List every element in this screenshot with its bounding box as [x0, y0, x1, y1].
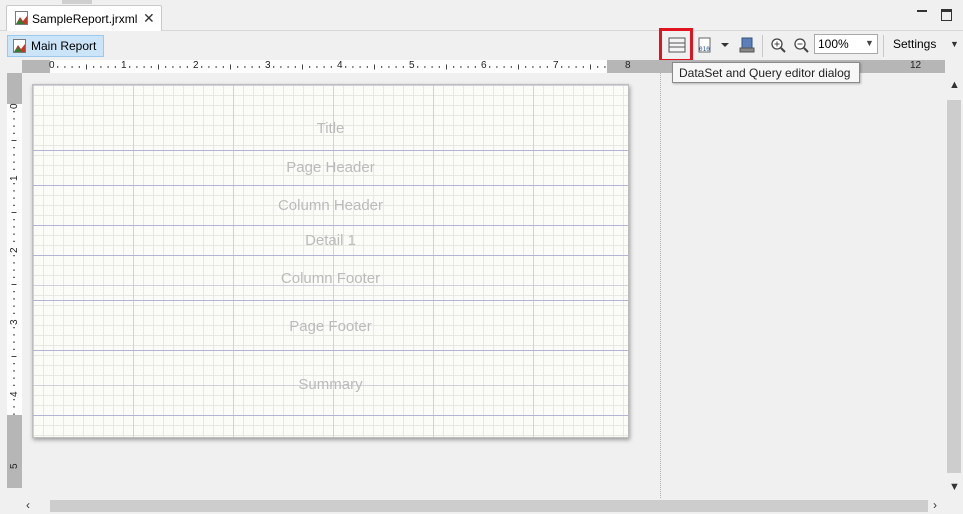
band-detail[interactable]: Detail 1: [33, 232, 628, 249]
band-separator[interactable]: [33, 185, 628, 186]
ruler-number: 0: [49, 60, 55, 71]
compile-icon[interactable]: [738, 35, 756, 55]
main-report-label: Main Report: [31, 39, 97, 53]
ruler-number: 12: [910, 60, 922, 71]
toolbar-separator: [883, 35, 884, 57]
scroll-right-icon[interactable]: ›: [933, 498, 937, 512]
vertical-scrollbar[interactable]: ▲ ▼: [945, 73, 963, 498]
band-separator[interactable]: [33, 225, 628, 226]
ruler-number: 3: [265, 60, 271, 71]
editor-tab-title: SampleReport.jrxml: [32, 12, 138, 26]
zoom-in-icon[interactable]: [770, 35, 788, 55]
ruler-number: 4: [9, 391, 20, 397]
band-column-footer[interactable]: Column Footer: [33, 270, 628, 287]
ruler-margin-bottom: [7, 415, 22, 488]
band-separator[interactable]: [33, 150, 628, 151]
ruler-number: 2: [9, 247, 20, 253]
horizontal-scroll-thumb[interactable]: [50, 500, 928, 512]
ruler-number: 3: [9, 319, 20, 325]
vertical-scroll-thumb[interactable]: [947, 100, 961, 473]
zoom-out-icon[interactable]: [793, 35, 811, 55]
tab-bar-remnant: [62, 0, 92, 4]
scrollbar-corner: [945, 498, 963, 514]
band-column-header[interactable]: Column Header: [33, 197, 628, 214]
zoom-select[interactable]: 100% ▼: [814, 34, 878, 54]
zoom-value: 100%: [818, 37, 849, 51]
ruler-number: 2: [193, 60, 199, 71]
svg-text:010: 010: [699, 46, 710, 53]
band-separator[interactable]: [33, 255, 628, 256]
scroll-left-icon[interactable]: ‹: [26, 498, 30, 512]
band-separator[interactable]: [33, 300, 628, 301]
ruler-margin-left: [22, 60, 50, 73]
report-page[interactable]: Title Page Header Column Header Detail 1…: [32, 84, 629, 438]
report-icon: [13, 39, 26, 53]
ruler-number: 7: [553, 60, 559, 71]
band-summary[interactable]: Summary: [33, 376, 628, 393]
band-page-footer[interactable]: Page Footer: [33, 318, 628, 335]
dropdown-caret-icon[interactable]: [720, 35, 730, 55]
toolbar-separator: [762, 35, 763, 57]
ruler-margin-top: [7, 73, 22, 104]
scroll-up-icon[interactable]: ▲: [949, 79, 960, 91]
chevron-down-icon: ▼: [865, 38, 874, 48]
preview-data-icon[interactable]: 010: [697, 35, 715, 55]
maximize-icon[interactable]: [941, 9, 952, 21]
horizontal-scrollbar[interactable]: ‹ ›: [22, 498, 945, 514]
band-page-header[interactable]: Page Header: [33, 159, 628, 176]
minimize-icon[interactable]: [917, 10, 927, 12]
ruler-number: 1: [9, 175, 20, 181]
ruler-number: 5: [409, 60, 415, 71]
close-icon[interactable]: ✕: [143, 10, 155, 27]
report-file-icon: [15, 11, 28, 25]
ruler-number: 5: [9, 463, 20, 469]
main-report-button[interactable]: Main Report: [7, 35, 104, 57]
dataset-tooltip: DataSet and Query editor dialog: [672, 62, 860, 83]
settings-button[interactable]: Settings: [893, 37, 936, 51]
settings-dropdown-icon[interactable]: ▼: [950, 39, 959, 49]
band-separator[interactable]: [33, 415, 628, 416]
ruler-number: 1: [121, 60, 127, 71]
scroll-down-icon[interactable]: ▼: [949, 481, 960, 493]
band-separator[interactable]: [33, 350, 628, 351]
tooltip-text: DataSet and Query editor dialog: [679, 66, 851, 80]
ruler-number: 8: [625, 60, 631, 71]
band-title[interactable]: Title: [33, 120, 628, 137]
editor-tab[interactable]: SampleReport.jrxml ✕: [6, 5, 162, 31]
page-margin-guide: [660, 73, 661, 498]
dataset-button-highlight: [659, 28, 693, 62]
ruler-number: 6: [481, 60, 487, 71]
ruler-number: 0: [9, 103, 20, 109]
ruler-number: 4: [337, 60, 343, 71]
